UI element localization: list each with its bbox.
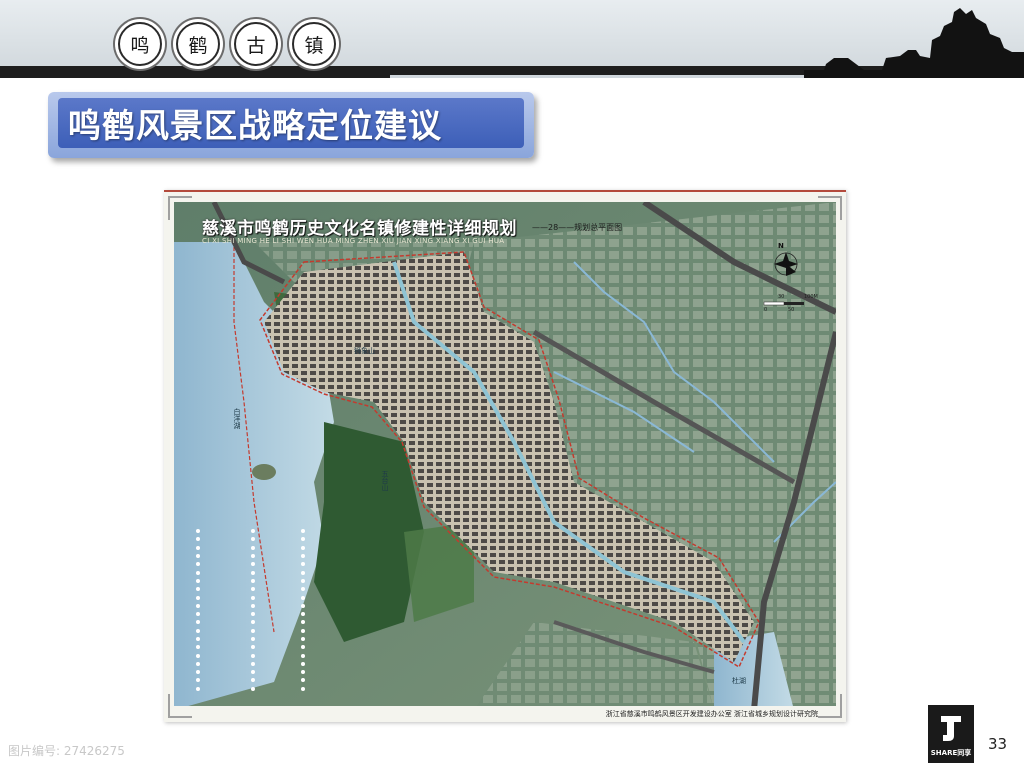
map-subtitle: ——28——规划总平面图 bbox=[532, 223, 623, 232]
town-name-badges: 鸣 鹤 古 镇 bbox=[118, 22, 336, 66]
place-lake-south: 杜湖 bbox=[732, 677, 746, 685]
place-lake-west: 白洋湖 bbox=[233, 408, 241, 429]
north-arrow-label: N bbox=[778, 242, 784, 250]
badge-3: 古 bbox=[234, 22, 278, 66]
logo-text: SHARE同享 bbox=[930, 749, 972, 757]
map-footer: 浙江省慈溪市鸣鹤风景区开发建设办公室 浙江省城乡规划设计研究院 bbox=[605, 710, 818, 718]
planning-map: 狮象山 白洋湖 五台山 杜湖 N 30 100M 0 50 慈溪市鸣鹤历史文化名… bbox=[164, 190, 846, 722]
badge-2: 鹤 bbox=[176, 22, 220, 66]
frame-corner-bottom-right bbox=[818, 694, 842, 718]
legend-col-1 bbox=[196, 527, 203, 693]
place-hill-north: 狮象山 bbox=[354, 347, 375, 355]
share-logo: SHARE同享 bbox=[928, 705, 974, 763]
frame-corner-bottom-left bbox=[168, 694, 192, 718]
scale-label-b: 100M bbox=[804, 294, 818, 300]
slide-title: 鸣鹤风景区战略定位建议 bbox=[68, 106, 442, 145]
watermark: 图片编号: 27426275 bbox=[8, 744, 125, 758]
scale-label-d: 50 bbox=[788, 307, 795, 313]
scale-label-c: 0 bbox=[764, 307, 768, 313]
pagoda-skyline-icon bbox=[804, 8, 1024, 78]
legend-col-2 bbox=[251, 527, 258, 693]
frame-corner-top-left bbox=[168, 196, 192, 220]
title-banner: 鸣鹤风景区战略定位建议 bbox=[48, 92, 534, 158]
map-legend bbox=[196, 527, 346, 697]
header-divider-accent bbox=[0, 74, 390, 78]
map-image: 狮象山 白洋湖 五台山 杜湖 N 30 100M 0 50 bbox=[174, 202, 836, 710]
badge-1: 鸣 bbox=[118, 22, 162, 66]
page-number: 33 bbox=[988, 735, 1008, 753]
map-title: 慈溪市鸣鹤历史文化名镇修建性详细规划 bbox=[202, 219, 517, 239]
title-inner: 鸣鹤风景区战略定位建议 bbox=[58, 98, 524, 148]
scale-label-a: 30 bbox=[778, 294, 785, 300]
frame-corner-top-right bbox=[818, 196, 842, 220]
legend-col-3 bbox=[301, 527, 308, 693]
place-hill-south: 五台山 bbox=[381, 470, 389, 491]
map-pinyin: CI XI SHI MING HE LI SHI WEN HUA MING ZH… bbox=[202, 237, 505, 245]
badge-4: 镇 bbox=[292, 22, 336, 66]
share-logo-icon bbox=[941, 716, 961, 741]
